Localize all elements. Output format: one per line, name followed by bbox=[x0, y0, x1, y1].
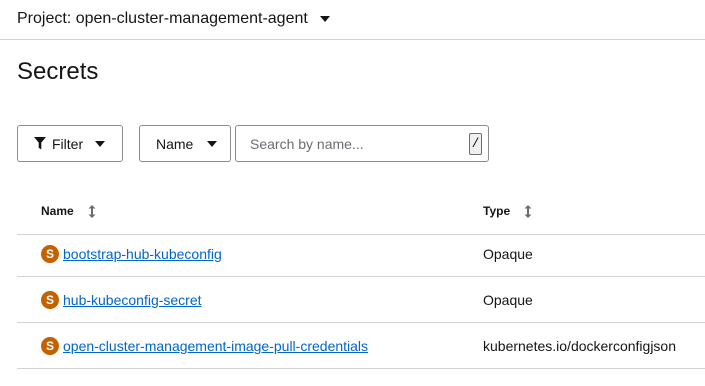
secret-type: Opaque bbox=[483, 292, 533, 308]
search-input[interactable] bbox=[236, 126, 461, 161]
keyboard-shortcut-hint: / bbox=[469, 133, 482, 155]
secret-name-link[interactable]: open-cluster-management-image-pull-crede… bbox=[63, 337, 368, 355]
page-title: Secrets bbox=[17, 58, 99, 85]
secret-resource-badge: S bbox=[41, 337, 59, 355]
filter-button[interactable]: Filter bbox=[17, 125, 123, 162]
secret-name-link[interactable]: hub-kubeconfig-secret bbox=[63, 291, 202, 309]
chevron-down-icon bbox=[95, 140, 106, 147]
chevron-down-icon bbox=[319, 16, 330, 22]
filter-button-label: Filter bbox=[52, 135, 84, 152]
column-header-name[interactable]: Name bbox=[41, 190, 96, 232]
project-bar: Project: open-cluster-management-agent bbox=[0, 0, 705, 40]
column-header-label: Name bbox=[41, 204, 74, 218]
sort-icon bbox=[88, 204, 96, 218]
table-row: S hub-kubeconfig-secret Opaque bbox=[17, 277, 705, 323]
search-attribute-dropdown[interactable]: Name bbox=[139, 125, 231, 162]
table-row: S open-cluster-management-image-pull-cre… bbox=[17, 323, 705, 369]
secret-type: Opaque bbox=[483, 246, 533, 262]
secret-name-link[interactable]: bootstrap-hub-kubeconfig bbox=[63, 245, 222, 263]
column-header-label: Type bbox=[483, 204, 511, 218]
search-box: / bbox=[235, 125, 489, 162]
search-attribute-label: Name bbox=[156, 135, 194, 152]
table-row: S bootstrap-hub-kubeconfig Opaque bbox=[17, 231, 705, 277]
secret-resource-badge: S bbox=[41, 245, 59, 263]
chevron-down-icon bbox=[207, 140, 218, 147]
column-header-type[interactable]: Type bbox=[483, 190, 532, 232]
project-selector[interactable]: Project: open-cluster-management-agent bbox=[17, 8, 330, 30]
secret-type: kubernetes.io/dockerconfigjson bbox=[483, 338, 677, 354]
filter-icon bbox=[34, 137, 46, 150]
project-label: Project: open-cluster-management-agent bbox=[17, 10, 308, 27]
sort-icon bbox=[524, 204, 532, 218]
toolbar: Filter Name / bbox=[0, 125, 705, 162]
secret-resource-badge: S bbox=[41, 291, 59, 309]
